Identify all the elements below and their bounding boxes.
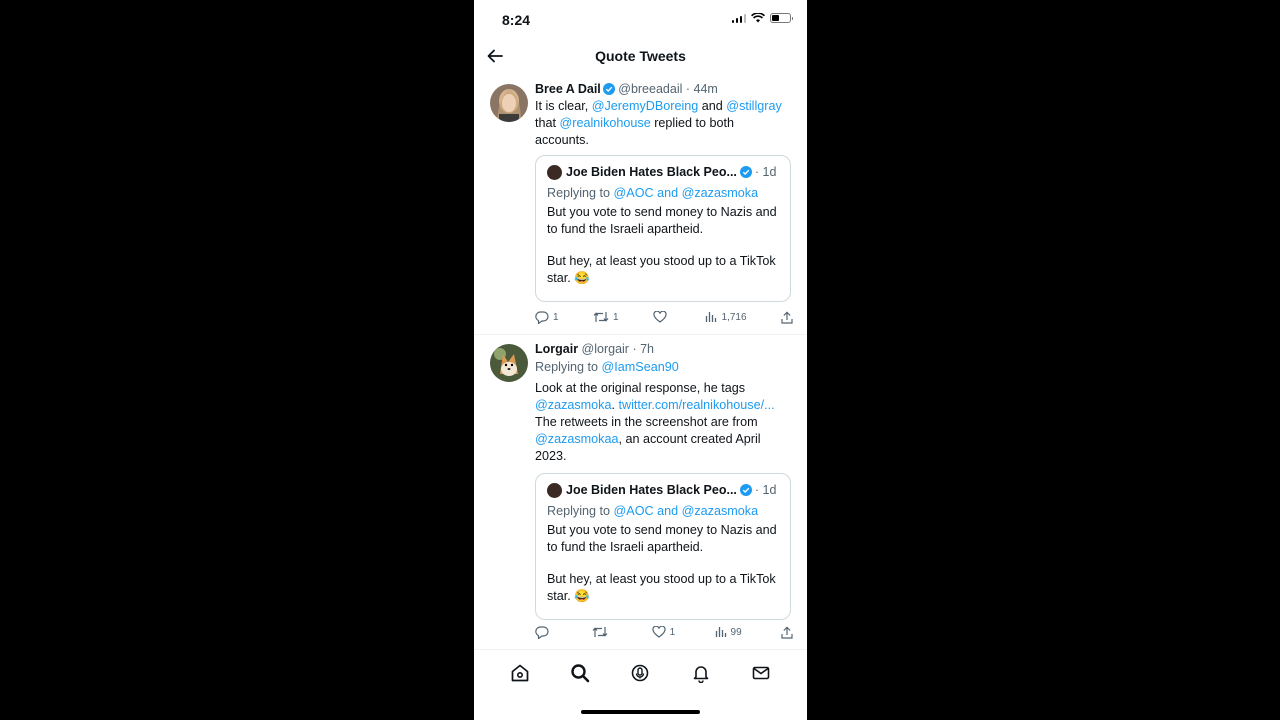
author-handle[interactable]: @lorgair bbox=[582, 342, 629, 356]
tweet-text-part: It is clear, bbox=[535, 99, 592, 113]
tweet-header: Lorgair @lorgair · 7h bbox=[535, 341, 791, 357]
tweet-text-part: that bbox=[535, 116, 560, 130]
quote-text: But you vote to send money to Nazis and … bbox=[547, 205, 777, 236]
view-count: 1,716 bbox=[721, 311, 747, 323]
tweet-item[interactable]: Lorgair @lorgair · 7h Replying to @IamSe… bbox=[474, 340, 807, 650]
share-icon bbox=[781, 625, 793, 639]
mention-link[interactable]: @JeremyDBoreing bbox=[592, 99, 699, 113]
reply-button[interactable]: 1 bbox=[535, 310, 559, 324]
author-name[interactable]: Lorgair bbox=[535, 342, 578, 356]
mention-link[interactable]: @zazasmoka bbox=[535, 398, 611, 412]
views-button[interactable]: 1,716 bbox=[705, 311, 747, 323]
quote-avatar bbox=[547, 482, 562, 498]
verified-badge-icon bbox=[739, 166, 752, 178]
tweet-text-part: Look at the original response, he tags bbox=[535, 381, 746, 395]
heart-icon bbox=[653, 311, 667, 323]
quote-time: · 1d bbox=[754, 165, 777, 179]
replying-prefix: Replying to bbox=[547, 504, 614, 518]
like-count: 1 bbox=[669, 626, 676, 638]
retweet-count: 1 bbox=[613, 311, 619, 323]
tweet-text: Look at the original response, he tags @… bbox=[535, 380, 791, 465]
reply-icon bbox=[535, 310, 549, 324]
cellular-signal-icon bbox=[731, 13, 746, 23]
share-icon bbox=[781, 310, 793, 324]
quote-text: But hey, at least you stood up to a TikT… bbox=[547, 572, 776, 603]
quote-text: But you vote to send money to Nazis and … bbox=[547, 523, 777, 554]
home-indicator bbox=[581, 710, 700, 714]
status-bar: 8:24 bbox=[474, 0, 807, 40]
status-icons bbox=[731, 13, 793, 23]
retweet-button[interactable] bbox=[592, 626, 612, 638]
mention-link[interactable]: @realnikohouse bbox=[560, 116, 651, 130]
quoted-tweet[interactable]: Joe Biden Hates Black Peo... · 1d Replyi… bbox=[535, 473, 791, 620]
page-title: Quote Tweets bbox=[595, 48, 686, 64]
author-name[interactable]: Bree A Dail bbox=[535, 82, 601, 96]
quote-replying-to: Replying to @AOC and @zazasmoka bbox=[547, 503, 779, 519]
retweet-icon bbox=[592, 627, 608, 637]
messages-icon[interactable] bbox=[746, 660, 776, 686]
replying-to: Replying to @IamSean90 bbox=[535, 359, 791, 376]
spaces-icon[interactable] bbox=[625, 660, 655, 686]
verified-badge-icon bbox=[739, 484, 752, 496]
author-handle[interactable]: @breeadail bbox=[618, 82, 682, 96]
home-icon[interactable] bbox=[505, 660, 535, 686]
tweet-header: Bree A Dail @breeadail · 44m bbox=[535, 81, 791, 97]
quoted-tweet[interactable]: Joe Biden Hates Black Peo... · 1d Replyi… bbox=[535, 155, 791, 302]
header: Quote Tweets bbox=[474, 40, 807, 74]
search-icon[interactable] bbox=[565, 660, 595, 686]
tweet-time: · 7h bbox=[632, 342, 655, 356]
quote-header: Joe Biden Hates Black Peo... · 1d bbox=[547, 164, 779, 180]
tweet-item[interactable]: Bree A Dail @breeadail · 44m It is clear… bbox=[474, 80, 807, 334]
divider bbox=[474, 334, 807, 335]
quote-text: But hey, at least you stood up to a TikT… bbox=[547, 254, 776, 285]
quote-author-name: Joe Biden Hates Black Peo... bbox=[566, 483, 737, 497]
wifi-icon bbox=[751, 13, 765, 23]
mention-link[interactable]: @stillgray bbox=[726, 99, 781, 113]
tweet-text-part: The retweets in the screenshot are from bbox=[535, 415, 758, 429]
tweet-text-part: and bbox=[698, 99, 727, 113]
reply-icon bbox=[535, 625, 549, 639]
bottom-tab-bar bbox=[474, 649, 807, 720]
tweet-text: It is clear, @JeremyDBoreing and @stillg… bbox=[535, 98, 791, 149]
avatar[interactable] bbox=[490, 84, 528, 122]
heart-icon bbox=[652, 626, 666, 638]
share-button[interactable] bbox=[781, 310, 793, 324]
like-button[interactable] bbox=[653, 311, 671, 323]
url-link[interactable]: twitter.com/realnikohouse/... bbox=[618, 398, 774, 412]
replying-prefix: Replying to bbox=[535, 360, 602, 374]
phone-screen: 8:24 Quote Tweets Bree A Dail @breeadail… bbox=[474, 0, 807, 720]
replying-prefix: Replying to bbox=[547, 186, 614, 200]
battery-icon bbox=[770, 13, 793, 23]
share-button[interactable] bbox=[781, 625, 793, 639]
views-chart-icon bbox=[706, 312, 717, 322]
quote-time: · 1d bbox=[754, 483, 777, 497]
replying-to-link[interactable]: @AOC and @zazasmoka bbox=[614, 186, 759, 200]
replying-to-link[interactable]: @IamSean90 bbox=[602, 360, 679, 374]
tweet-time: · 44m bbox=[685, 82, 718, 96]
quote-replying-to: Replying to @AOC and @zazasmoka bbox=[547, 185, 779, 201]
reply-button[interactable] bbox=[535, 625, 553, 639]
tweet-actions: 1 1 1,716 bbox=[535, 309, 793, 325]
notifications-icon[interactable] bbox=[686, 660, 716, 686]
views-chart-icon bbox=[715, 627, 726, 637]
replying-to-link[interactable]: @AOC and @zazasmoka bbox=[614, 504, 759, 518]
avatar[interactable] bbox=[490, 344, 528, 382]
tweet-actions: 1 99 bbox=[535, 624, 793, 640]
quote-header: Joe Biden Hates Black Peo... · 1d bbox=[547, 482, 779, 498]
views-button[interactable]: 99 bbox=[715, 626, 742, 638]
quote-author-name: Joe Biden Hates Black Peo... bbox=[566, 165, 737, 179]
mention-link[interactable]: @zazasmokaa bbox=[535, 432, 618, 446]
quote-avatar bbox=[547, 164, 562, 180]
verified-badge-icon bbox=[602, 83, 615, 95]
retweet-icon bbox=[593, 312, 609, 322]
retweet-button[interactable]: 1 bbox=[593, 311, 619, 323]
like-button[interactable]: 1 bbox=[652, 626, 676, 638]
reply-count: 1 bbox=[553, 311, 559, 323]
status-time: 8:24 bbox=[502, 12, 531, 28]
view-count: 99 bbox=[730, 626, 742, 638]
